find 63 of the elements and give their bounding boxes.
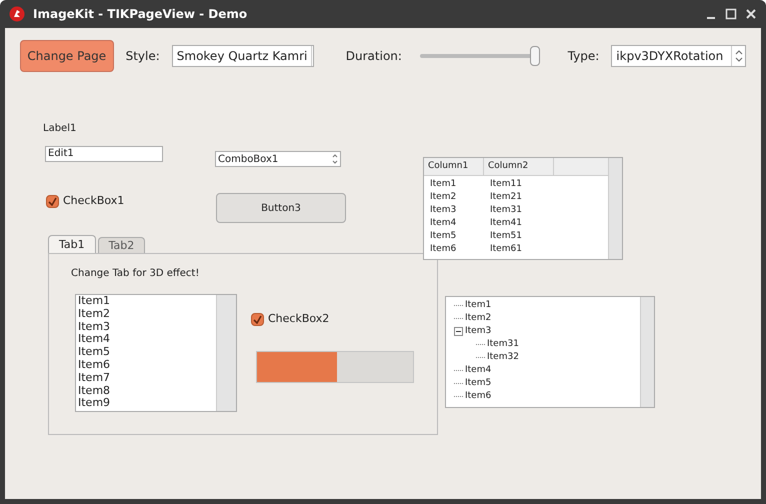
list-item[interactable]: Item6	[78, 358, 216, 372]
tree-item[interactable]: Item6	[465, 390, 492, 403]
caption-text: Change Tab for 3D effect!	[71, 267, 200, 281]
tree-item[interactable]: Item4	[465, 364, 492, 377]
table-cell-text: Item11	[489, 178, 523, 191]
table-cell-text: Item51	[489, 230, 523, 243]
style-spin-field[interactable]: Smokey Quartz Kamri	[172, 45, 314, 67]
list-item[interactable]: Item9	[78, 397, 216, 410]
scrollbar[interactable]	[216, 295, 236, 411]
list-item[interactable]: Item3	[78, 320, 216, 334]
list-item[interactable]: Item5	[78, 346, 216, 359]
combo-box[interactable]: ComboBox1	[215, 151, 341, 167]
table-cell-text: Item21	[489, 191, 523, 204]
column-header[interactable]: Column1	[424, 158, 484, 175]
scrollbar[interactable]	[640, 297, 654, 407]
type-label: Type:	[568, 48, 600, 65]
tree-item[interactable]: Item3	[465, 325, 492, 338]
list-view[interactable]: Column1 Column2 Item1 Item11 Item2 Item21 Item3 Item31 Item4 Item41 Item5 Item51 Item6 Item61	[423, 157, 623, 260]
table-cell-text: Item2	[429, 191, 458, 204]
maximize-icon[interactable]	[725, 8, 737, 20]
table-cell-text: Item3	[429, 204, 458, 217]
list-box[interactable]: Item1 Item2 Item3 Item4 Item5 Item6 Item7 Item8 Item9	[75, 294, 237, 412]
duration-label: Duration:	[346, 48, 402, 65]
checkbox[interactable]	[46, 194, 59, 208]
list-item[interactable]: Item2	[78, 308, 216, 321]
change-page-button[interactable]: Change Page	[20, 40, 114, 72]
list-item[interactable]: Item4	[78, 333, 216, 346]
duration-slider[interactable]	[420, 46, 538, 66]
tab[interactable]: Tab1	[48, 235, 96, 254]
window-title: ImageKit - TIKPageView - Demo	[33, 6, 248, 23]
tree-item[interactable]: Item32	[487, 351, 519, 364]
slider-thumb[interactable]	[530, 46, 540, 66]
button[interactable]: Button3	[216, 193, 346, 223]
collapse-icon[interactable]	[454, 327, 463, 336]
table-cell-text: Item31	[489, 204, 523, 217]
tree-item[interactable]: Item31	[487, 338, 519, 351]
list-item[interactable]: Item7	[78, 372, 216, 385]
table-cell-text: Item6	[429, 243, 458, 256]
check-icon	[253, 314, 262, 324]
app-logo-icon	[9, 6, 25, 22]
column-header[interactable]: Column2	[484, 158, 554, 175]
type-spin-field[interactable]: ikpv3DYXRotation	[611, 45, 746, 67]
check-icon	[48, 196, 57, 206]
checkbox-label: CheckBox2	[268, 311, 330, 327]
tree-item[interactable]: Item1	[465, 299, 492, 312]
edit-field[interactable]: Edit1	[45, 146, 163, 162]
table-cell-text: Item61	[489, 243, 523, 256]
tree-view[interactable]: Item1 Item2 Item3 Item31 Item32 Item4 Item5 Item6	[445, 296, 655, 408]
table-cell-text: Item4	[429, 217, 458, 230]
style-label: Style:	[126, 48, 160, 65]
scrollbar[interactable]	[608, 158, 622, 259]
table-cell-text: Item1	[429, 178, 458, 191]
label-text: Label1	[43, 122, 76, 136]
tree-item[interactable]: Item2	[465, 312, 492, 325]
checkbox[interactable]	[251, 312, 264, 326]
close-icon[interactable]	[745, 8, 757, 20]
table-cell-text: Item5	[429, 230, 458, 243]
checkbox-label: CheckBox1	[63, 193, 124, 209]
table-cell-text: Item41	[489, 217, 523, 230]
tab[interactable]: Tab2	[98, 237, 146, 254]
list-item[interactable]: Item1	[78, 295, 216, 308]
list-item[interactable]: Item8	[78, 384, 216, 398]
tree-item[interactable]: Item5	[465, 377, 492, 390]
